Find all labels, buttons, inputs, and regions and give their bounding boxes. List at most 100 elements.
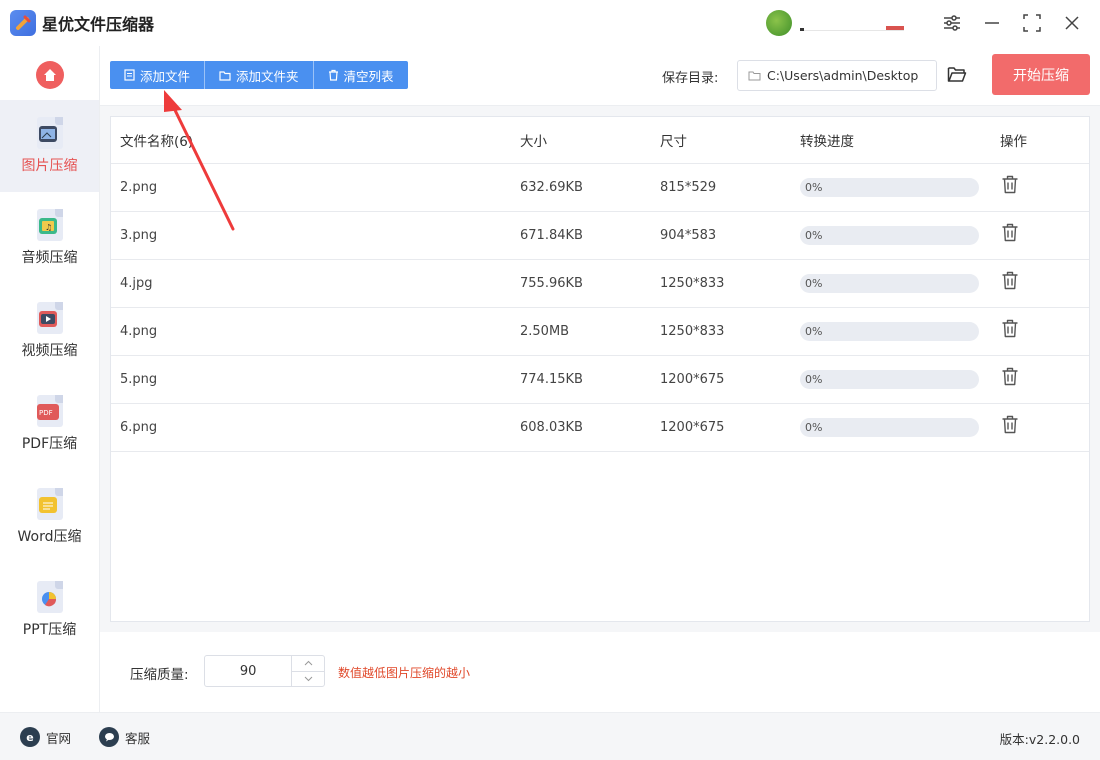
file-size: 2.50MB bbox=[520, 324, 570, 339]
delete-icon[interactable] bbox=[1000, 415, 1020, 435]
start-compress-button[interactable]: 开始压缩 bbox=[992, 54, 1090, 95]
file-name: 3.png bbox=[120, 228, 158, 243]
col-header-name[interactable]: 文件名称(6) bbox=[111, 130, 520, 150]
file-name: 4.png bbox=[120, 324, 158, 339]
file-name: 5.png bbox=[120, 372, 158, 387]
col-header-progress[interactable]: 转换进度 bbox=[800, 130, 1000, 150]
file-dimensions: 815*529 bbox=[660, 180, 717, 195]
file-dimensions: 1200*675 bbox=[660, 420, 725, 435]
quality-hint: 数值越低图片压缩的越小 bbox=[338, 666, 471, 680]
toolbar: 添加文件 添加文件夹 清空列表 保存目录: C:\Users\admin\Des… bbox=[100, 46, 1100, 106]
settings-icon[interactable] bbox=[932, 0, 972, 46]
sidebar-item-audio[interactable]: ♫ 音频压缩 bbox=[0, 192, 99, 284]
delete-icon[interactable] bbox=[1000, 319, 1020, 339]
word-icon bbox=[35, 488, 65, 520]
table-row[interactable]: 6.png 608.03KB 1200*675 0% bbox=[111, 404, 1089, 452]
progress-bar: 0% bbox=[800, 370, 979, 389]
delete-icon[interactable] bbox=[1000, 271, 1020, 291]
table-row[interactable]: 4.png 2.50MB 1250*833 0% bbox=[111, 308, 1089, 356]
title-bar: 星优文件压缩器 bbox=[0, 0, 1100, 46]
folder-icon bbox=[219, 70, 231, 81]
sidebar-item-label: 视频压缩 bbox=[21, 343, 78, 359]
table-row[interactable]: 4.jpg 755.96KB 1250*833 0% bbox=[111, 260, 1089, 308]
table-row[interactable]: 5.png 774.15KB 1200*675 0% bbox=[111, 356, 1089, 404]
sidebar: 图片压缩 ♫ 音频压缩 视频压缩 PDF PDF压缩 Word压缩 PPT压缩 bbox=[0, 46, 100, 712]
progress-bar: 0% bbox=[800, 178, 979, 197]
save-dir-label: 保存目录: bbox=[662, 71, 719, 86]
col-header-actions: 操作 bbox=[1000, 134, 1027, 150]
progress-bar: 0% bbox=[800, 274, 979, 293]
sidebar-item-label: 图片压缩 bbox=[21, 158, 78, 174]
clear-list-label: 清空列表 bbox=[343, 68, 394, 84]
table-header: 文件名称(6) 大小 尺寸 转换进度 操作 bbox=[111, 117, 1089, 164]
sidebar-item-video[interactable]: 视频压缩 bbox=[0, 285, 99, 377]
col-header-size[interactable]: 大小 bbox=[520, 130, 660, 150]
file-size: 774.15KB bbox=[520, 372, 583, 387]
file-size: 632.69KB bbox=[520, 180, 583, 195]
folder-icon bbox=[748, 71, 761, 81]
file-button-group: 添加文件 添加文件夹 清空列表 bbox=[110, 61, 408, 89]
quality-input[interactable]: 90 bbox=[205, 656, 291, 686]
sidebar-item-label: Word压缩 bbox=[17, 529, 82, 545]
ppt-icon bbox=[35, 581, 65, 613]
pdf-icon: PDF bbox=[35, 395, 65, 427]
quality-stepper[interactable]: 90 bbox=[204, 655, 325, 687]
save-path-input[interactable]: C:\Users\admin\Desktop bbox=[737, 60, 937, 91]
sidebar-item-ppt[interactable]: PPT压缩 bbox=[0, 564, 99, 656]
progress-bar: 0% bbox=[800, 322, 979, 341]
col-header-dims[interactable]: 尺寸 bbox=[660, 130, 800, 150]
sidebar-item-word[interactable]: Word压缩 bbox=[0, 471, 99, 563]
sidebar-item-label: PDF压缩 bbox=[21, 436, 78, 452]
file-name: 6.png bbox=[120, 420, 158, 435]
svg-text:PDF: PDF bbox=[39, 409, 53, 417]
add-file-label: 添加文件 bbox=[140, 68, 191, 84]
save-path-value: C:\Users\admin\Desktop bbox=[767, 68, 919, 83]
website-link[interactable]: e 官网 bbox=[20, 727, 71, 747]
file-dimensions: 1250*833 bbox=[660, 276, 725, 291]
website-icon: e bbox=[20, 727, 40, 747]
delete-icon[interactable] bbox=[1000, 367, 1020, 387]
user-avatar[interactable] bbox=[766, 10, 792, 36]
version-label: 版本:v2.2.0.0 bbox=[999, 732, 1080, 747]
add-folder-button[interactable]: 添加文件夹 bbox=[205, 61, 314, 89]
sidebar-item-label: 音频压缩 bbox=[21, 250, 78, 266]
table-row[interactable]: 2.png 632.69KB 815*529 0% bbox=[111, 164, 1089, 212]
home-icon[interactable] bbox=[36, 61, 64, 89]
maximize-icon[interactable] bbox=[1012, 0, 1052, 46]
delete-icon[interactable] bbox=[1000, 175, 1020, 195]
chat-icon bbox=[99, 727, 119, 747]
clear-list-button[interactable]: 清空列表 bbox=[314, 61, 408, 89]
support-link[interactable]: 客服 bbox=[99, 727, 150, 747]
file-size: 755.96KB bbox=[520, 276, 583, 291]
trash-icon bbox=[328, 69, 338, 81]
sidebar-item-image[interactable]: 图片压缩 bbox=[0, 100, 99, 192]
quality-panel: 压缩质量: 90 数值越低图片压缩的越小 bbox=[100, 632, 1100, 712]
quality-label: 压缩质量: bbox=[130, 667, 189, 683]
browse-folder-icon[interactable] bbox=[946, 63, 968, 85]
video-icon bbox=[35, 302, 65, 334]
website-label: 官网 bbox=[46, 730, 72, 746]
image-icon bbox=[35, 117, 65, 149]
file-dimensions: 1200*675 bbox=[660, 372, 725, 387]
support-label: 客服 bbox=[125, 730, 151, 746]
chevron-down-icon[interactable] bbox=[292, 672, 324, 687]
file-table: 文件名称(6) 大小 尺寸 转换进度 操作 2.png 632.69KB 815… bbox=[110, 116, 1090, 622]
add-folder-label: 添加文件夹 bbox=[236, 68, 299, 84]
delete-icon[interactable] bbox=[1000, 223, 1020, 243]
chevron-up-icon[interactable] bbox=[292, 656, 324, 672]
add-file-button[interactable]: 添加文件 bbox=[110, 61, 206, 89]
user-info[interactable] bbox=[800, 16, 910, 31]
sidebar-item-pdf[interactable]: PDF PDF压缩 bbox=[0, 378, 99, 470]
file-size: 671.84KB bbox=[520, 228, 583, 243]
file-icon bbox=[124, 69, 135, 81]
svg-text:♫: ♫ bbox=[45, 223, 52, 232]
file-name: 2.png bbox=[120, 180, 158, 195]
progress-bar: 0% bbox=[800, 418, 979, 437]
sidebar-item-label: PPT压缩 bbox=[22, 622, 77, 638]
file-name: 4.jpg bbox=[120, 276, 153, 291]
close-icon[interactable] bbox=[1052, 0, 1092, 46]
table-row[interactable]: 3.png 671.84KB 904*583 0% bbox=[111, 212, 1089, 260]
minimize-icon[interactable] bbox=[972, 0, 1012, 46]
app-title: 星优文件压缩器 bbox=[42, 15, 155, 34]
file-dimensions: 1250*833 bbox=[660, 324, 725, 339]
